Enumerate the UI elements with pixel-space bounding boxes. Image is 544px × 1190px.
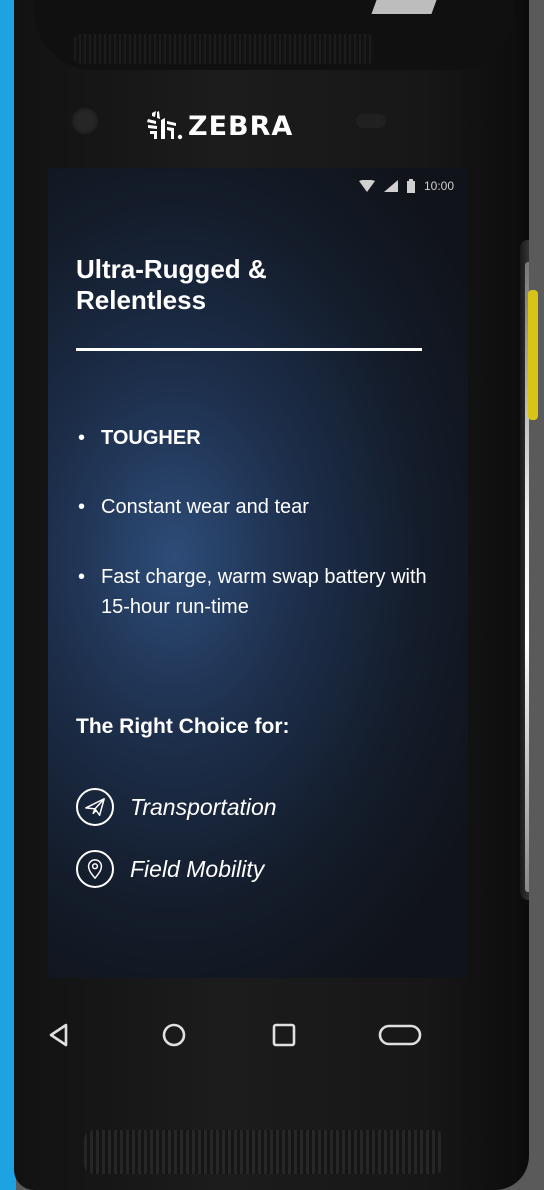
bullet-icon: • xyxy=(78,566,86,588)
bullet-text: TOUGHER xyxy=(101,427,201,449)
bullet-text: Constant wear and tear xyxy=(101,496,309,518)
list-item: • TOUGHER xyxy=(76,423,201,453)
map-pin-icon xyxy=(76,850,114,888)
brand-name: ZEBRA xyxy=(188,110,294,142)
list-item: • Constant wear and tear xyxy=(76,492,309,522)
bullet-icon: • xyxy=(78,427,86,449)
recents-icon[interactable] xyxy=(271,1022,297,1048)
subheading: The Right Choice for: xyxy=(76,715,290,738)
list-item: • Fast charge, warm swap battery with 15… xyxy=(76,562,456,622)
yellow-side-key[interactable] xyxy=(528,290,538,420)
zebra-logo-icon xyxy=(147,111,183,140)
home-icon[interactable] xyxy=(161,1022,187,1048)
device-body: ZEBRA 10:00 Ultra-Rugged & Relentless • … xyxy=(14,0,529,1190)
screen: 10:00 Ultra-Rugged & Relentless • TOUGHE… xyxy=(48,168,468,978)
wifi-icon xyxy=(358,180,375,192)
status-time: 10:00 xyxy=(423,179,454,193)
status-bar: 10:00 xyxy=(358,176,454,196)
android-nav-bar xyxy=(48,1000,468,1080)
brand-logo: ZEBRA xyxy=(144,106,293,146)
choice-field-mobility: Field Mobility xyxy=(76,850,264,888)
headline: Ultra-Rugged & Relentless xyxy=(76,254,267,315)
top-clip xyxy=(371,0,437,14)
speaker-grille xyxy=(84,1130,444,1174)
choice-label: Field Mobility xyxy=(130,855,265,882)
choice-label: Transportation xyxy=(130,793,277,820)
choice-transportation: Transportation xyxy=(76,788,277,826)
top-vent xyxy=(74,34,374,64)
sensor xyxy=(356,114,386,128)
camera-icon xyxy=(70,106,100,136)
bullet-text: Fast charge, warm swap battery with 15-h… xyxy=(101,566,427,618)
battery-icon xyxy=(406,179,415,193)
bullet-icon: • xyxy=(78,496,86,518)
pill-icon[interactable] xyxy=(378,1022,422,1048)
signal-icon xyxy=(383,180,398,192)
airplane-icon xyxy=(76,788,114,826)
divider xyxy=(76,348,422,351)
back-icon[interactable] xyxy=(48,1022,70,1048)
